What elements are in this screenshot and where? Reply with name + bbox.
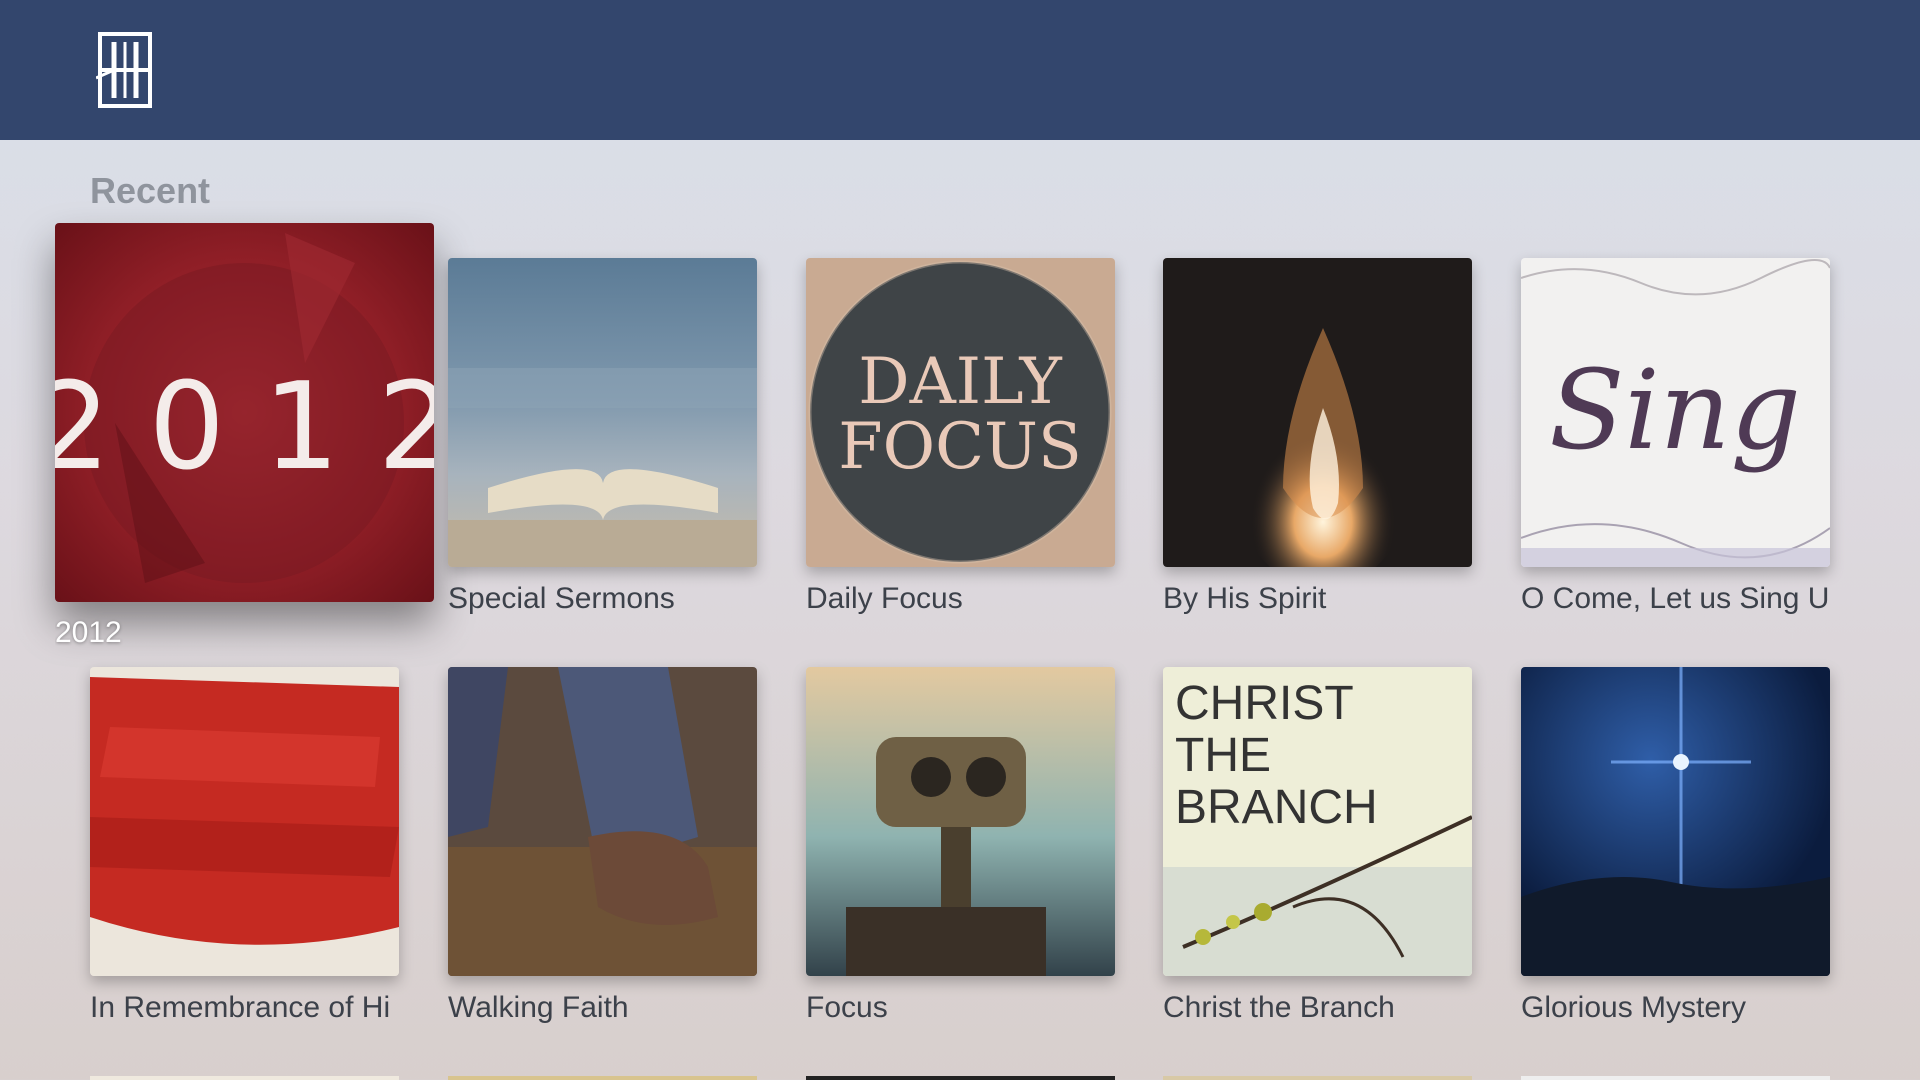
tile-artwork: Sing <box>1521 258 1830 567</box>
tile-art-text: THE <box>1175 729 1271 782</box>
tile-label: Christ the Branch <box>1163 991 1395 1024</box>
tile-row-3-peek <box>448 1076 757 1080</box>
tile-label: Special Sermons <box>448 582 675 615</box>
tile-art-text: CHRIST <box>1175 677 1354 730</box>
top-bar <box>0 0 1920 140</box>
tile-label: By His Spirit <box>1163 582 1327 615</box>
tile-artwork <box>448 258 757 567</box>
tile-label: O Come, Let us Sing U <box>1521 582 1830 615</box>
section-title: Recent <box>90 170 211 211</box>
tile-label: In Remembrance of Hi <box>90 991 391 1024</box>
tile-label: Glorious Mystery <box>1521 991 1747 1024</box>
tile-artwork <box>1521 667 1830 976</box>
tile-artwork: DAILY FOCUS <box>806 258 1115 567</box>
tile-label: Focus <box>806 991 888 1024</box>
tile-art-text: DAILY <box>858 345 1062 419</box>
tile-artwork <box>90 667 399 976</box>
tile-row-3-peek <box>90 1076 399 1080</box>
tile-label: Daily Focus <box>806 582 963 615</box>
tile-artwork: 2 0 1 2 <box>55 223 434 602</box>
tile-label: 2012 <box>55 616 122 649</box>
tile-row-3-peek <box>1163 1076 1472 1080</box>
tile-artwork: CHRIST THE BRANCH <box>1163 667 1472 976</box>
tile-art-text: Sing <box>1549 346 1801 474</box>
tile-art-text: 2 0 1 2 <box>55 358 434 497</box>
tile-artwork <box>448 667 757 976</box>
tile-artwork <box>806 667 1115 976</box>
tile-row-3-peek <box>806 1076 1115 1080</box>
tile-art-text: BRANCH <box>1175 781 1378 834</box>
tile-row-3-peek <box>1521 1076 1830 1080</box>
tile-art-text: FOCUS <box>838 410 1082 484</box>
church-logo-icon[interactable] <box>95 32 154 108</box>
tile-artwork <box>1163 258 1472 567</box>
tile-label: Walking Faith <box>448 991 629 1024</box>
